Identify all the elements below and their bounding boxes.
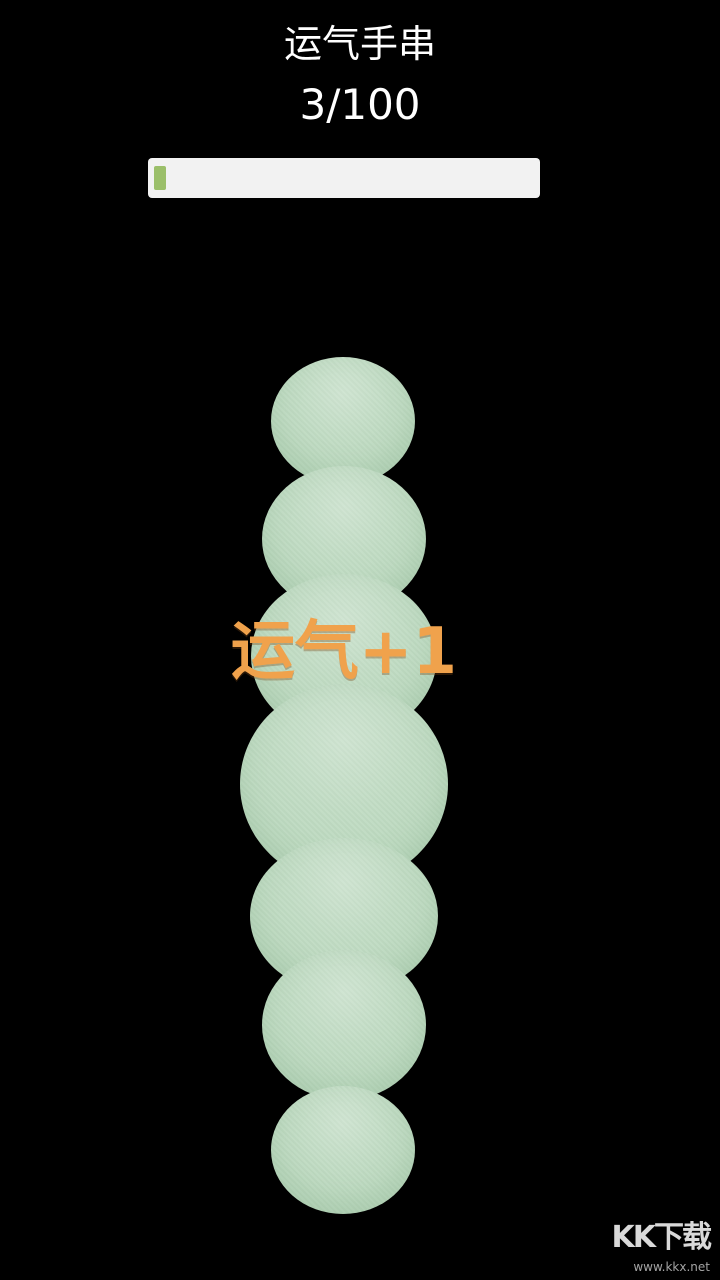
bead[interactable]	[271, 1086, 415, 1214]
progress-bar-fill	[154, 166, 166, 190]
watermark: KK下载 www.kkx.net	[590, 1212, 712, 1274]
luck-plus-one-popup: 运气+1	[230, 615, 458, 689]
watermark-logo: KK下载	[611, 1220, 712, 1255]
bead[interactable]	[262, 950, 426, 1100]
watermark-url: www.kkx.net	[633, 1260, 710, 1274]
bead-counter: 3/100	[299, 80, 421, 129]
progress-bar	[148, 158, 540, 198]
game-screen: 运气手串 3/100 运气+1 KK下载 www.kkx.net	[0, 0, 720, 1280]
game-title: 运气手串	[283, 22, 436, 66]
